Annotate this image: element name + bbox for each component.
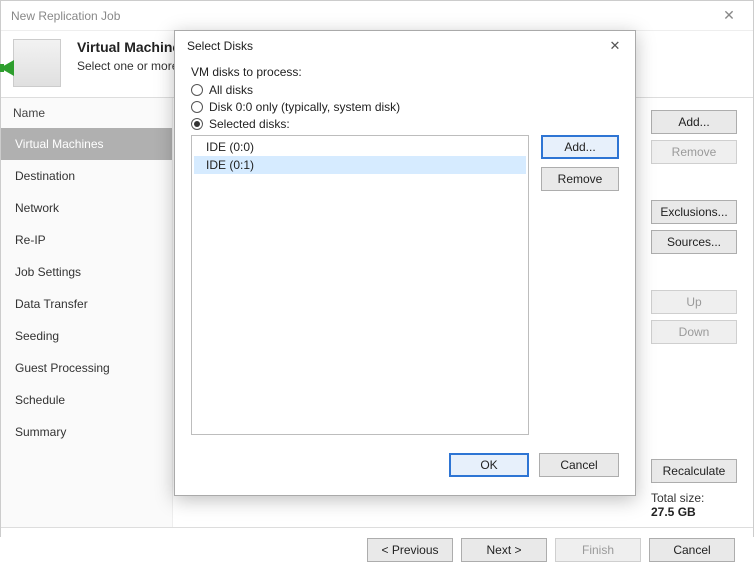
vm-icon — [13, 39, 61, 87]
sidebar-item-summary[interactable]: Summary — [1, 416, 172, 448]
disk-item[interactable]: IDE (0:0) — [194, 138, 526, 156]
dialog-close-icon[interactable]: ✕ — [601, 38, 629, 54]
previous-button[interactable]: < Previous — [367, 538, 453, 562]
dialog-cancel-button[interactable]: Cancel — [539, 453, 619, 477]
cancel-button[interactable]: Cancel — [649, 538, 735, 562]
sidebar-item-schedule[interactable]: Schedule — [1, 384, 172, 416]
dialog-add-button[interactable]: Add... — [541, 135, 619, 159]
add-button[interactable]: Add... — [651, 110, 737, 134]
sidebar-item-data-transfer[interactable]: Data Transfer — [1, 288, 172, 320]
window-titlebar: New Replication Job ✕ — [1, 1, 753, 31]
sidebar-item-seeding[interactable]: Seeding — [1, 320, 172, 352]
disk-item[interactable]: IDE (0:1) — [194, 156, 526, 174]
wizard-sidebar: Name Virtual Machines Destination Networ… — [1, 98, 173, 527]
sidebar-item-network[interactable]: Network — [1, 192, 172, 224]
dialog-ok-button[interactable]: OK — [449, 453, 529, 477]
sidebar-item-virtual-machines[interactable]: Virtual Machines — [1, 128, 172, 160]
sidebar-header: Name — [1, 98, 172, 128]
radio-icon — [191, 118, 203, 130]
radio-icon — [191, 101, 203, 113]
wizard-nav: < Previous Next > Finish Cancel — [1, 527, 753, 572]
finish-button: Finish — [555, 538, 641, 562]
total-size-label: Total size: — [651, 491, 737, 505]
next-button[interactable]: Next > — [461, 538, 547, 562]
remove-button: Remove — [651, 140, 737, 164]
select-disks-dialog: Select Disks ✕ VM disks to process: All … — [174, 30, 636, 496]
exclusions-button[interactable]: Exclusions... — [651, 200, 737, 224]
down-button: Down — [651, 320, 737, 344]
up-button: Up — [651, 290, 737, 314]
sidebar-item-guest-processing[interactable]: Guest Processing — [1, 352, 172, 384]
dialog-remove-button[interactable]: Remove — [541, 167, 619, 191]
sidebar-item-destination[interactable]: Destination — [1, 160, 172, 192]
sidebar-item-job-settings[interactable]: Job Settings — [1, 256, 172, 288]
window-title: New Replication Job — [11, 9, 709, 23]
radio-selected-disks[interactable]: Selected disks: — [191, 117, 619, 131]
dialog-title: Select Disks — [187, 39, 601, 53]
recalculate-button[interactable]: Recalculate — [651, 459, 737, 483]
radio-disk-0-0-only[interactable]: Disk 0:0 only (typically, system disk) — [191, 100, 619, 114]
total-size-value: 27.5 GB — [651, 505, 737, 519]
close-icon[interactable]: ✕ — [709, 7, 749, 24]
disk-list[interactable]: IDE (0:0) IDE (0:1) — [191, 135, 529, 435]
sidebar-item-re-ip[interactable]: Re-IP — [1, 224, 172, 256]
radio-icon — [191, 84, 203, 96]
radio-all-disks[interactable]: All disks — [191, 83, 619, 97]
sources-button[interactable]: Sources... — [651, 230, 737, 254]
dialog-heading: VM disks to process: — [191, 65, 619, 79]
